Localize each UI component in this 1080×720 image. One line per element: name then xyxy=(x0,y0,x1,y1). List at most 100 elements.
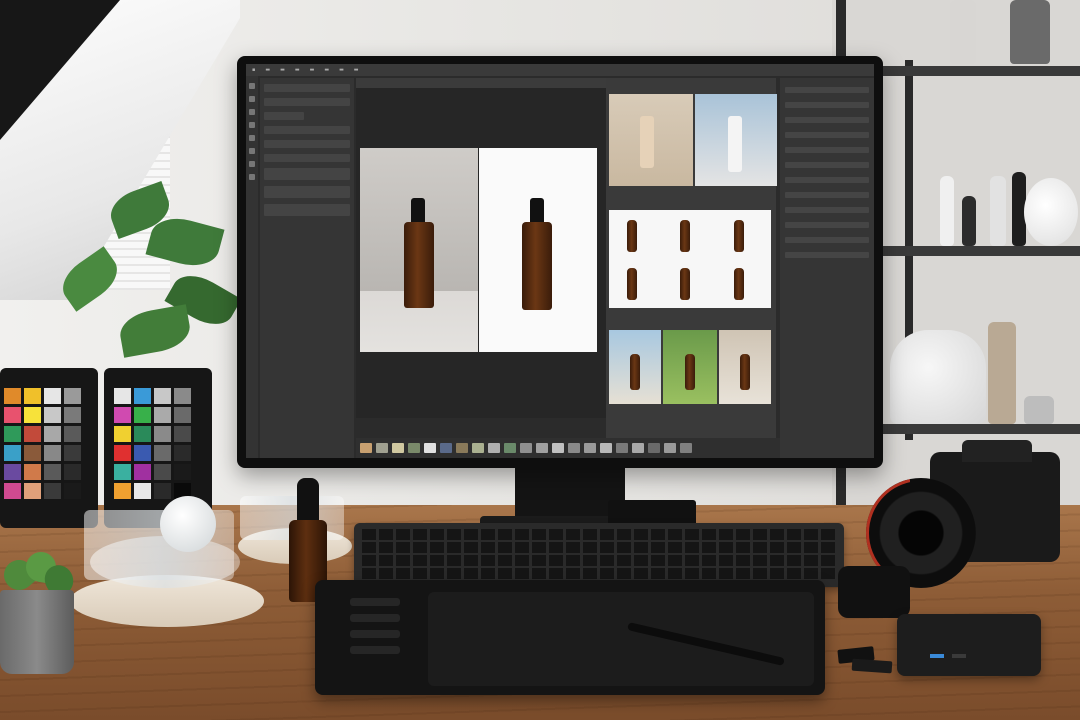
menu-item[interactable]: ▬ xyxy=(280,67,285,73)
express-key[interactable] xyxy=(350,614,400,622)
panel-row[interactable] xyxy=(264,154,350,162)
filmstrip-thumbnail[interactable] xyxy=(632,443,644,453)
panel-row[interactable] xyxy=(264,140,350,148)
express-key[interactable] xyxy=(350,630,400,638)
panel-row[interactable] xyxy=(785,147,869,153)
color-patch xyxy=(134,407,151,423)
color-patch xyxy=(4,483,21,499)
filmstrip-thumbnail[interactable] xyxy=(648,443,660,453)
panel-row[interactable] xyxy=(264,84,350,92)
color-patch xyxy=(154,407,171,423)
color-patch xyxy=(4,426,21,442)
color-patch xyxy=(174,388,191,404)
keyboard-rows xyxy=(362,529,836,581)
serum-bottle xyxy=(680,220,690,252)
menu-item[interactable]: ▬ xyxy=(310,67,315,73)
panel-row[interactable] xyxy=(785,192,869,198)
filmstrip-thumbnail[interactable] xyxy=(488,443,500,453)
filmstrip-thumbnail[interactable] xyxy=(616,443,628,453)
panel-row[interactable] xyxy=(785,237,869,243)
filmstrip-thumbnail[interactable] xyxy=(600,443,612,453)
menu-item[interactable]: ▬ xyxy=(324,67,329,73)
panel-row[interactable] xyxy=(785,222,869,228)
text-tool-icon[interactable] xyxy=(249,161,255,167)
color-checker-left xyxy=(0,368,98,528)
filmstrip-thumbnail[interactable] xyxy=(360,443,372,453)
express-key[interactable] xyxy=(350,646,400,654)
color-patch xyxy=(24,483,41,499)
layer-row[interactable] xyxy=(264,168,350,180)
layer-row[interactable] xyxy=(264,186,350,198)
panel-row[interactable] xyxy=(264,112,304,120)
filmstrip-thumbnail[interactable] xyxy=(392,443,404,453)
filmstrip-thumbnail[interactable] xyxy=(568,443,580,453)
filmstrip-thumbnail[interactable] xyxy=(440,443,452,453)
color-patch xyxy=(64,426,81,442)
color-patch xyxy=(64,388,81,404)
color-patch xyxy=(44,407,61,423)
crop-tool-icon[interactable] xyxy=(249,122,255,128)
express-key[interactable] xyxy=(350,598,400,606)
shelf-board xyxy=(880,66,1080,76)
filmstrip-thumbnail[interactable] xyxy=(536,443,548,453)
brush-tool-icon[interactable] xyxy=(249,135,255,141)
color-patch xyxy=(4,407,21,423)
usb-port-icon xyxy=(952,654,966,658)
eraser-tool-icon[interactable] xyxy=(249,148,255,154)
color-patch xyxy=(154,464,171,480)
panel-row[interactable] xyxy=(264,98,350,106)
filmstrip-thumbnail[interactable] xyxy=(376,443,388,453)
panel-row[interactable] xyxy=(785,87,869,93)
panel-row[interactable] xyxy=(785,132,869,138)
shelf-board xyxy=(880,424,1080,434)
menu-item[interactable]: ▪ xyxy=(252,67,255,73)
panel-row[interactable] xyxy=(785,162,869,168)
filmstrip-thumbnail[interactable] xyxy=(504,443,516,453)
filmstrip-thumbnail[interactable] xyxy=(584,443,596,453)
document-tabbar[interactable] xyxy=(356,78,606,88)
color-patch xyxy=(134,426,151,442)
panel-row[interactable] xyxy=(785,102,869,108)
panel-row[interactable] xyxy=(785,117,869,123)
panel-row[interactable] xyxy=(785,252,869,258)
color-patch xyxy=(44,388,61,404)
filmstrip-thumbnail[interactable] xyxy=(664,443,676,453)
select-tool-icon[interactable] xyxy=(249,96,255,102)
menu-item[interactable]: ▬ xyxy=(265,67,270,73)
color-patch xyxy=(24,426,41,442)
shelf-ceramic-jug xyxy=(890,330,986,424)
glass-sphere xyxy=(160,496,216,552)
serum-bottle xyxy=(685,354,695,390)
filmstrip-thumbnail[interactable] xyxy=(520,443,532,453)
move-tool-icon[interactable] xyxy=(249,83,255,89)
panel-row[interactable] xyxy=(785,207,869,213)
shelf-bottle xyxy=(940,176,954,246)
menu-item[interactable]: ▬ xyxy=(339,67,344,73)
tablet-express-keys xyxy=(340,592,410,672)
panel-row[interactable] xyxy=(264,126,350,134)
panel-row[interactable] xyxy=(785,177,869,183)
filmstrip-thumbnail[interactable] xyxy=(472,443,484,453)
serum-bottle xyxy=(522,222,552,310)
shelf-small-jar xyxy=(1024,396,1054,424)
color-patch xyxy=(114,445,131,461)
color-patch xyxy=(24,407,41,423)
serum-bottle xyxy=(734,220,744,252)
zoom-tool-icon[interactable] xyxy=(249,174,255,180)
filmstrip-thumbnail[interactable] xyxy=(680,443,692,453)
tablet-active-area[interactable] xyxy=(428,592,814,686)
lasso-tool-icon[interactable] xyxy=(249,109,255,115)
filmstrip-thumbnail[interactable] xyxy=(408,443,420,453)
color-patch xyxy=(134,464,151,480)
color-patch xyxy=(24,388,41,404)
filmstrip-thumbnail[interactable] xyxy=(552,443,564,453)
usb-hub[interactable] xyxy=(897,614,1041,676)
filmstrip-thumbnail[interactable] xyxy=(456,443,468,453)
color-patch xyxy=(114,388,131,404)
serum-bottle xyxy=(728,116,742,172)
filmstrip-thumbnail[interactable] xyxy=(424,443,436,453)
menu-item[interactable]: ▬ xyxy=(295,67,300,73)
menu-item[interactable]: ▬ xyxy=(354,67,359,73)
layer-row[interactable] xyxy=(264,204,350,216)
color-patch xyxy=(24,464,41,480)
